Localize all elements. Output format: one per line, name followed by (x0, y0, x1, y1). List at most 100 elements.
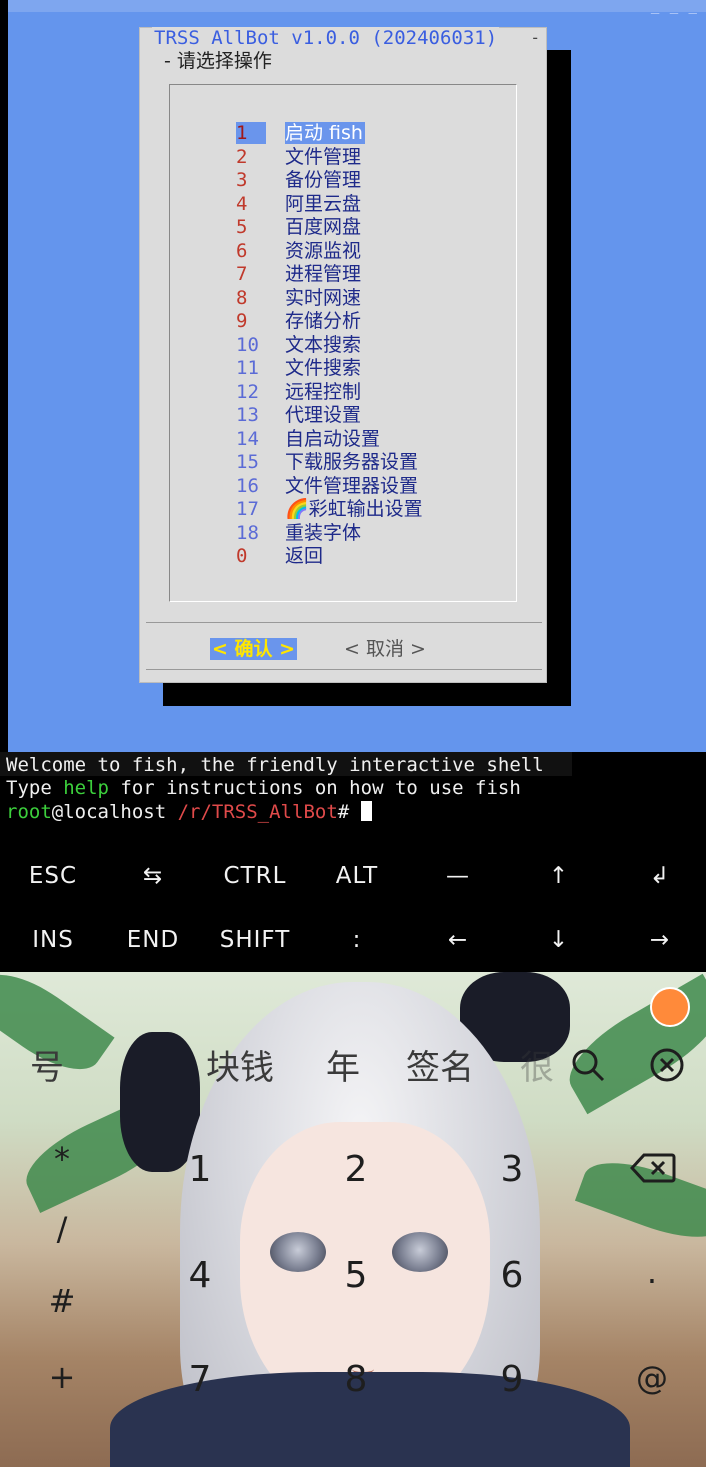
menu-item-label: 文本搜索 (285, 333, 362, 356)
extra-key[interactable]: → (610, 909, 706, 971)
menu-item[interactable]: 2 文件管理 (170, 146, 510, 168)
extra-key[interactable]: ↲ (610, 845, 706, 907)
extra-key[interactable]: ⇆ (103, 845, 203, 907)
menu-item-number: 16 (236, 474, 259, 497)
menu-item[interactable]: 3 备份管理 (170, 169, 510, 191)
menu-item[interactable]: 16 文件管理器设置 (170, 475, 510, 497)
prompt-host: @localhost (51, 801, 178, 823)
candidate-word[interactable]: 号 (30, 1048, 64, 1088)
dialog-title: TRSS AllBot v1.0.0 (202406031) (152, 27, 500, 49)
dialog-title-dash: - (530, 28, 540, 47)
extra-key[interactable]: : (307, 909, 407, 971)
menu-item[interactable]: 13 代理设置 (170, 404, 510, 426)
candidate-word[interactable]: 块钱 (206, 1048, 274, 1088)
menu-item[interactable]: 4 阿里云盘 (170, 193, 510, 215)
menu-item[interactable]: 5 百度网盘 (170, 216, 510, 238)
confirm-button[interactable]: < 确认 > (210, 638, 298, 660)
candidate-word[interactable]: 签名 (406, 1048, 474, 1088)
extra-key[interactable]: INS (3, 909, 103, 971)
backspace-icon[interactable] (630, 1152, 676, 1184)
symbol-key[interactable]: . (622, 1252, 682, 1292)
top-strip: _ _ _ (8, 0, 706, 14)
search-icon[interactable] (571, 1048, 605, 1082)
extra-key[interactable]: ← (408, 909, 508, 971)
terminal-prompt[interactable]: root@localhost /r/TRSS_AllBot# (6, 801, 372, 824)
terminal-output[interactable]: Welcome to fish, the friendly interactiv… (0, 752, 706, 840)
menu-item[interactable]: 17 🌈彩虹输出设置 (170, 498, 510, 520)
menu-item-label: 文件管理器设置 (285, 474, 419, 497)
menu-item-label: 远程控制 (285, 380, 362, 403)
menu-item[interactable]: 6 资源监视 (170, 240, 510, 262)
menu-dialog: TRSS AllBot v1.0.0 (202406031) - - 请选择操作… (139, 27, 547, 683)
menu-item-label: 下载服务器设置 (285, 451, 419, 473)
terminal-line-help: Type help for instructions on how to use… (6, 777, 521, 800)
menu-item-label: 资源监视 (285, 239, 362, 262)
dialog-button-row: < 确认 > < 取消 > (146, 622, 542, 670)
extra-key[interactable]: ↓ (509, 909, 609, 971)
menu-item-label: 文件管理 (285, 145, 362, 168)
menu-item[interactable]: 12 远程控制 (170, 381, 510, 403)
extra-key[interactable]: END (103, 909, 203, 971)
menu-item-label: 百度网盘 (285, 216, 362, 238)
extra-key[interactable]: SHIFT (205, 909, 305, 971)
menu-item[interactable]: 10 文本搜索 (170, 334, 510, 356)
candidate-word[interactable]: 年 (326, 1048, 360, 1088)
menu-item-number: 11 (236, 357, 259, 379)
menu-item-label: 启动 fish (285, 122, 365, 144)
menu-item[interactable]: 7 进程管理 (170, 263, 510, 285)
symbol-key[interactable]: / (40, 1210, 84, 1248)
extra-key[interactable]: ↑ (509, 845, 609, 907)
digit-key[interactable]: 5 (326, 1256, 386, 1296)
menu-item[interactable]: 0 返回 (170, 545, 510, 567)
prompt-user: root (6, 801, 52, 823)
prompt-hash: # (337, 801, 361, 823)
digit-key[interactable]: 4 (170, 1256, 230, 1296)
digit-key[interactable]: 9 (482, 1360, 542, 1400)
digit-key[interactable]: 6 (482, 1256, 542, 1296)
menu-item-number: 1 (236, 122, 266, 144)
wallpaper-eye (392, 1232, 448, 1272)
menu-item-number: 18 (236, 521, 259, 544)
menu-item-number: 5 (236, 216, 248, 238)
phone-screen: _ _ _ TRSS AllBot v1.0.0 (202406031) - -… (0, 0, 706, 1467)
menu-item-number: 9 (236, 310, 248, 332)
dialog-subtitle: - 请选择操作 (164, 50, 272, 72)
digit-key[interactable]: 8 (326, 1360, 386, 1400)
menu-item[interactable]: 14 自启动设置 (170, 428, 510, 450)
menu-item[interactable]: 11 文件搜索 (170, 357, 510, 379)
symbol-key[interactable]: + (40, 1358, 84, 1396)
menu-item[interactable]: 15 下载服务器设置 (170, 451, 510, 473)
prompt-path: /r/TRSS_AllBot (177, 801, 338, 823)
menu-item-label: 备份管理 (285, 169, 362, 191)
candidate-word[interactable]: 很 (520, 1048, 554, 1088)
extra-key[interactable]: ALT (307, 845, 407, 907)
symbol-key[interactable]: * (40, 1140, 84, 1178)
menu-item[interactable]: 18 重装字体 (170, 522, 510, 544)
symbol-key[interactable]: # (40, 1282, 84, 1320)
menu-item-label: 文件搜索 (285, 357, 362, 379)
extra-key[interactable]: — (408, 845, 508, 907)
menu-item-label: 实时网速 (285, 286, 362, 309)
digit-key[interactable]: 1 (170, 1150, 230, 1190)
cancel-button[interactable]: < 取消 > (344, 638, 426, 660)
digit-key[interactable]: 7 (170, 1360, 230, 1400)
menu-item-label: 重装字体 (285, 521, 362, 544)
menu-item[interactable]: 9 存储分析 (170, 310, 510, 332)
menu-item-number: 14 (236, 427, 259, 450)
terminal-cursor (360, 801, 372, 821)
menu-list: 1 启动 fish 2 文件管理 3 备份管理 4 阿里云盘 5 百度网盘 6 资源监视 7 进程管理 8 实… (169, 84, 517, 602)
digit-key[interactable]: 2 (326, 1150, 386, 1190)
menu-item[interactable]: 8 实时网速 (170, 287, 510, 309)
close-icon[interactable] (649, 1047, 685, 1083)
menu-item[interactable]: 1 启动 fish (170, 122, 510, 144)
extra-key[interactable]: CTRL (205, 845, 305, 907)
extra-key[interactable]: ESC (3, 845, 103, 907)
menu-item-label: 自启动设置 (285, 427, 381, 450)
extra-keys-bar: ESC ⇆ CTRL ALT — ↑ ↲ INS END SHIFT: ← ↓ → (0, 842, 706, 970)
symbol-key[interactable]: @ (622, 1358, 682, 1398)
digit-key[interactable]: 3 (482, 1150, 542, 1190)
top-strip-text: _ _ _ (650, 0, 698, 14)
menu-item-number: 0 (236, 545, 248, 567)
menu-item-number: 3 (236, 169, 248, 191)
assistant-avatar-icon[interactable] (650, 987, 690, 1027)
